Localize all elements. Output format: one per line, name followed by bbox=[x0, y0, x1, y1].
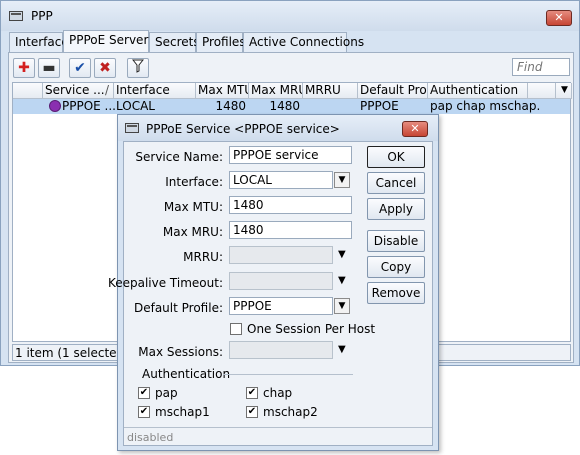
cancel-button[interactable]: Cancel bbox=[367, 172, 425, 194]
mrru-expand-icon[interactable]: ▼ bbox=[338, 249, 346, 260]
interface-label: Interface: bbox=[165, 175, 223, 189]
find-input[interactable] bbox=[512, 58, 570, 76]
keepalive-expand-icon[interactable]: ▼ bbox=[338, 275, 346, 286]
mschap1-label: mschap1 bbox=[155, 405, 210, 419]
add-button[interactable]: ✚ bbox=[13, 58, 35, 78]
window-titlebar[interactable]: PPP ✕ bbox=[1, 1, 579, 31]
filter-icon bbox=[131, 59, 145, 73]
cell-mrru bbox=[305, 99, 358, 114]
dialog-close-button[interactable]: ✕ bbox=[402, 121, 428, 137]
tab-secrets[interactable]: Secrets bbox=[149, 32, 200, 52]
tab-pppoe-servers[interactable]: PPPoE Servers bbox=[63, 30, 155, 52]
max-sessions-input[interactable] bbox=[229, 341, 333, 359]
column-header-interface[interactable]: Interface bbox=[114, 83, 196, 99]
keepalive-label: Keepalive Timeout: bbox=[107, 276, 223, 290]
remove-button[interactable]: ▬ bbox=[38, 58, 60, 78]
remove-button[interactable]: Remove bbox=[367, 282, 425, 304]
default-profile-dropdown-button[interactable]: ▼ bbox=[334, 298, 350, 314]
interface-dropdown-button[interactable]: ▼ bbox=[334, 172, 350, 188]
filter-button[interactable] bbox=[127, 58, 149, 78]
tab-active-connections[interactable]: Active Connections bbox=[243, 32, 364, 52]
default-profile-label: Default Profile: bbox=[133, 301, 223, 315]
pap-checkbox[interactable]: ✔ bbox=[138, 387, 150, 399]
max-mtu-input[interactable]: 1480 bbox=[229, 196, 352, 214]
max-mru-label: Max MRU: bbox=[162, 225, 223, 239]
column-header-service[interactable]: Service ... / bbox=[43, 83, 114, 99]
column-header-max-mru[interactable]: Max MRU bbox=[249, 83, 303, 99]
column-header-default-profile[interactable]: Default Profile bbox=[358, 83, 428, 99]
authentication-divider bbox=[223, 374, 353, 375]
disable-button[interactable]: ✖ bbox=[94, 58, 116, 78]
dialog-body: Service Name: PPPOE service Interface: L… bbox=[108, 141, 433, 446]
columns-menu-button[interactable]: ▼ bbox=[556, 83, 572, 99]
window-title: PPP bbox=[31, 9, 53, 23]
max-mtu-label: Max MTU: bbox=[163, 200, 223, 214]
tab-interface[interactable]: Interface bbox=[9, 32, 69, 52]
dialog-status-text: disabled bbox=[127, 431, 174, 444]
copy-button[interactable]: Copy bbox=[367, 256, 425, 278]
interface-select[interactable]: LOCAL bbox=[229, 171, 333, 189]
chap-checkbox[interactable]: ✔ bbox=[246, 387, 258, 399]
mschap2-label: mschap2 bbox=[263, 405, 318, 419]
cell-default-profile: PPPOE bbox=[360, 99, 399, 113]
service-name-input[interactable]: PPPOE service bbox=[229, 146, 352, 164]
pppoe-service-icon bbox=[49, 100, 61, 112]
one-session-checkbox[interactable] bbox=[230, 323, 242, 335]
column-header-spacer bbox=[13, 83, 43, 99]
cell-interface: LOCAL bbox=[116, 99, 155, 113]
table-row[interactable]: PPPOE ... LOCAL 1480 1480 PPPOE pap chap… bbox=[13, 99, 570, 114]
cell-max-mru: 1480 bbox=[269, 99, 300, 113]
dialog-window-icon bbox=[125, 123, 139, 133]
status-item-count: 1 item (1 selected) bbox=[15, 346, 129, 360]
cell-authentication: pap chap mschap... bbox=[430, 99, 540, 113]
dialog-status-bar: disabled bbox=[124, 427, 432, 445]
cell-max-mtu: 1480 bbox=[215, 99, 246, 113]
dialog-titlebar[interactable]: PPPoE Service <PPPOE service> ✕ bbox=[118, 115, 438, 141]
one-session-label: One Session Per Host bbox=[247, 322, 376, 336]
sort-indicator: / bbox=[104, 83, 109, 97]
window-icon bbox=[9, 11, 23, 21]
enable-button[interactable]: ✔ bbox=[69, 58, 91, 78]
column-header-service-label: Service ... bbox=[45, 83, 105, 97]
tab-profiles[interactable]: Profiles bbox=[196, 32, 246, 52]
dialog-title: PPPoE Service <PPPOE service> bbox=[146, 122, 340, 136]
pppoe-service-dialog: PPPoE Service <PPPOE service> ✕ Service … bbox=[108, 114, 439, 451]
apply-button[interactable]: Apply bbox=[367, 198, 425, 220]
mrru-label: MRRU: bbox=[183, 250, 223, 264]
window-close-button[interactable]: ✕ bbox=[546, 10, 572, 26]
mschap2-checkbox[interactable]: ✔ bbox=[246, 406, 258, 418]
default-profile-select[interactable]: PPPOE bbox=[229, 297, 333, 315]
mschap1-checkbox[interactable]: ✔ bbox=[138, 406, 150, 418]
authentication-heading: Authentication bbox=[142, 367, 231, 381]
disable-button[interactable]: Disable bbox=[367, 230, 425, 252]
column-header-mrru[interactable]: MRRU bbox=[303, 83, 358, 99]
column-header-max-mtu[interactable]: Max MTU bbox=[196, 83, 249, 99]
mrru-input[interactable] bbox=[229, 246, 333, 264]
max-sessions-expand-icon[interactable]: ▼ bbox=[338, 344, 346, 355]
cell-service: PPPOE ... bbox=[62, 99, 116, 113]
pap-label: pap bbox=[155, 386, 178, 400]
keepalive-input[interactable] bbox=[229, 272, 333, 290]
ok-button[interactable]: OK bbox=[367, 146, 425, 168]
chap-label: chap bbox=[263, 386, 293, 400]
column-header-authentication[interactable]: Authentication bbox=[428, 83, 528, 99]
max-mru-input[interactable]: 1480 bbox=[229, 221, 352, 239]
column-header-filler bbox=[528, 83, 556, 99]
max-sessions-label: Max Sessions: bbox=[138, 345, 223, 359]
service-name-label: Service Name: bbox=[135, 150, 223, 164]
